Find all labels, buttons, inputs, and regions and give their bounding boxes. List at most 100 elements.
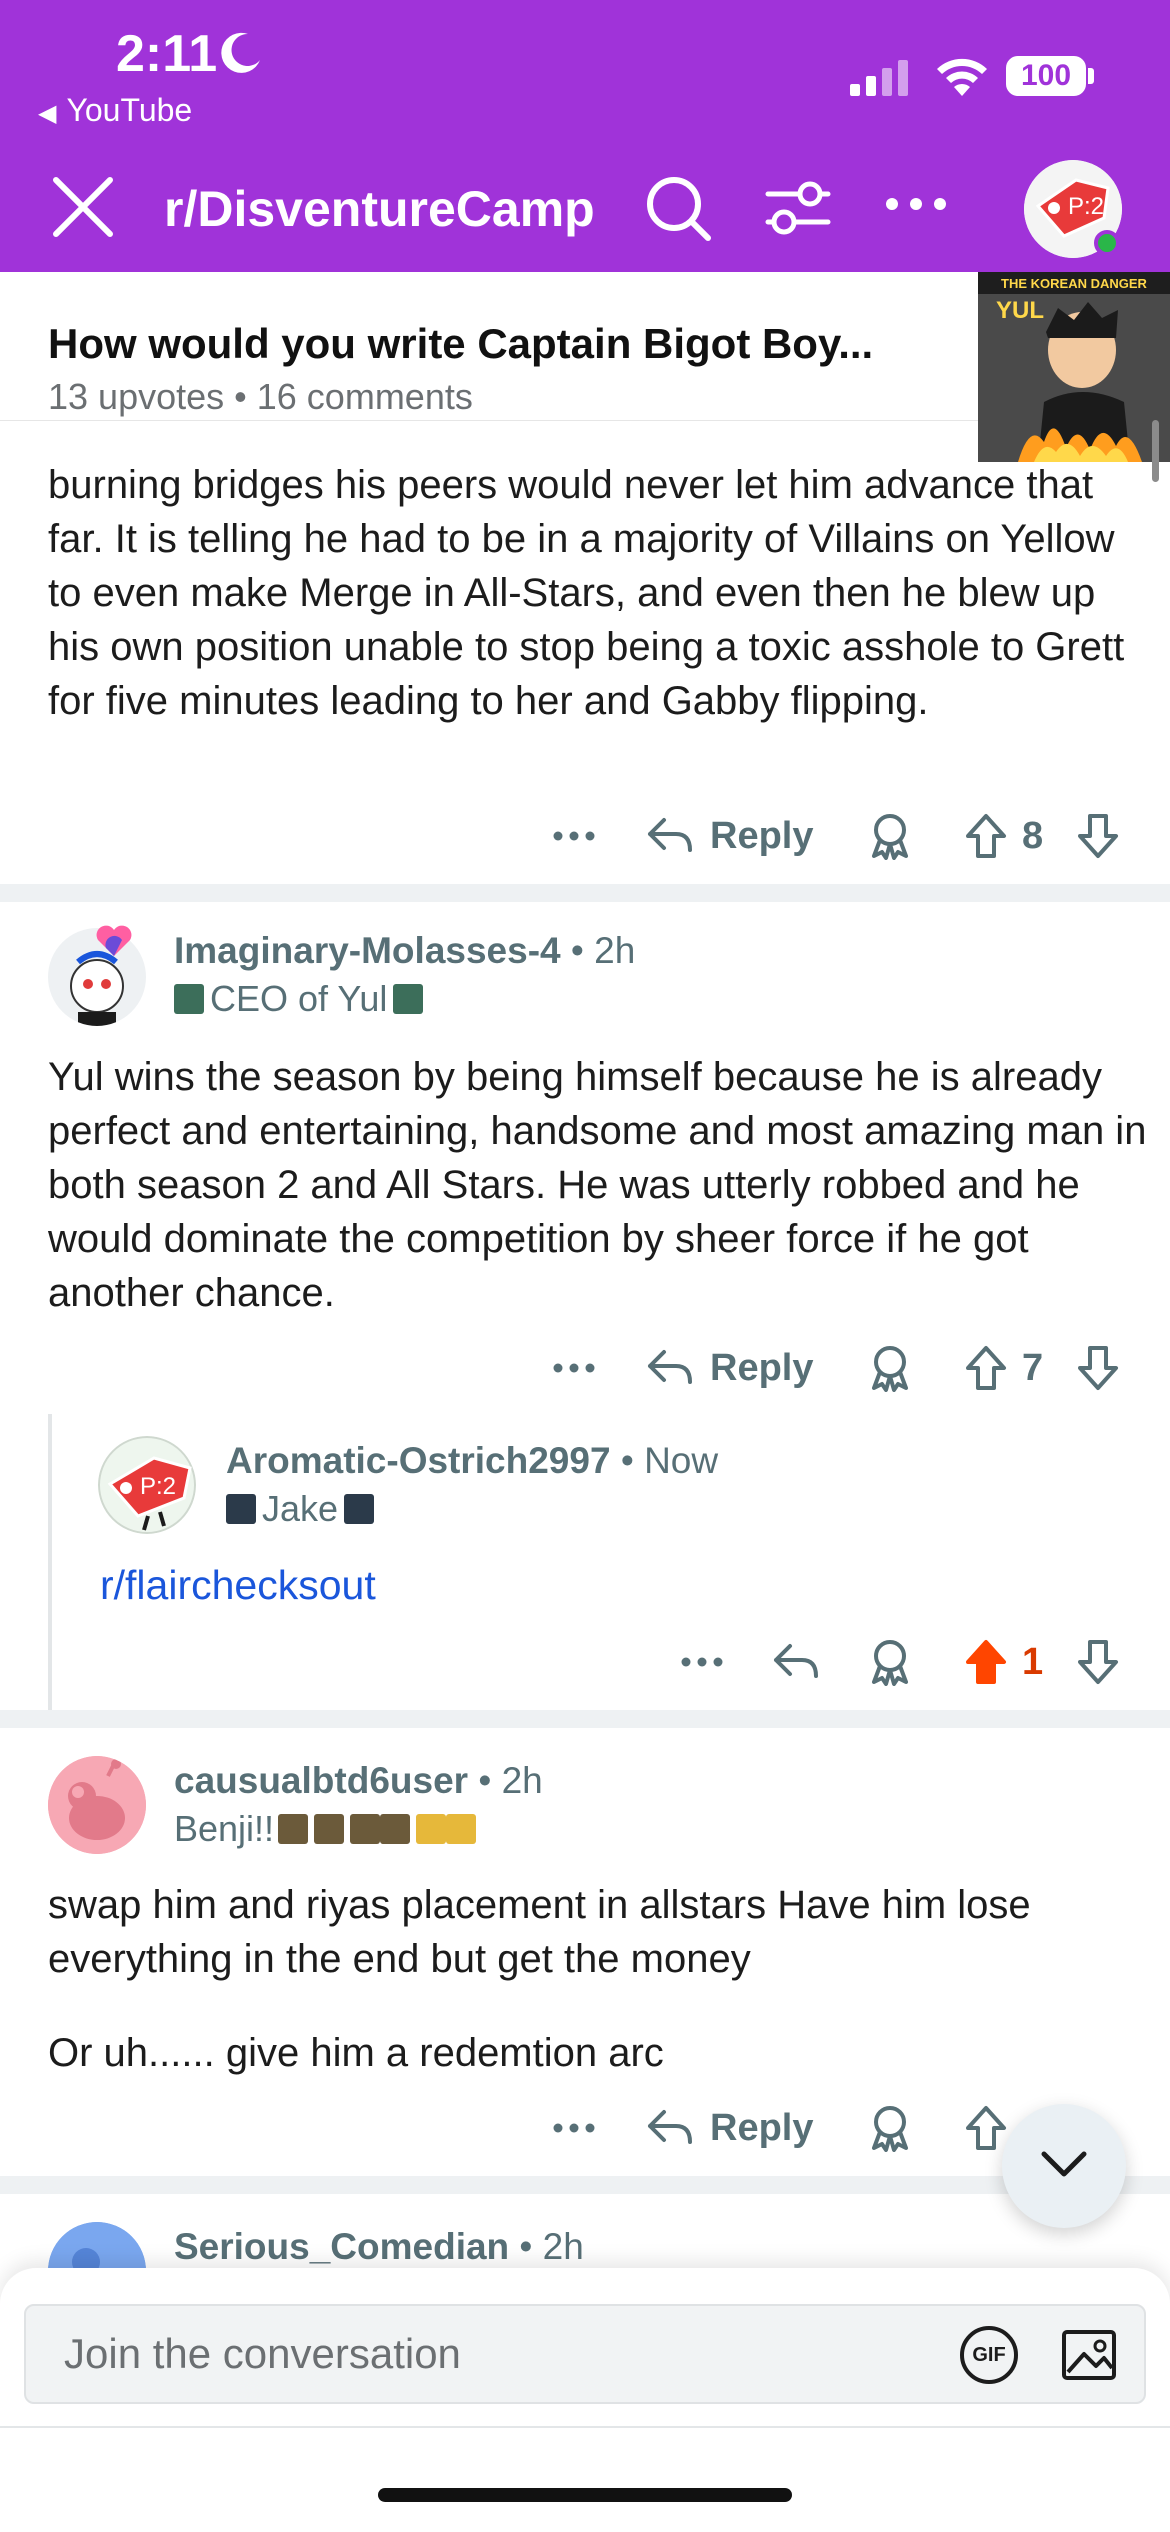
username: Aromatic-Ostrich2997 <box>226 1440 611 1481</box>
more-options-icon[interactable] <box>884 194 948 214</box>
award-icon[interactable] <box>868 2098 912 2158</box>
p2-tag-avatar-icon: P:2 <box>98 1436 196 1534</box>
downvote-arrow-icon <box>1078 814 1118 858</box>
meta-separator: • <box>560 930 595 971</box>
vote-count: 7 <box>1022 1346 1044 1389</box>
post-meta: 13 upvotes • 16 comments <box>48 376 473 418</box>
comment-divider <box>0 1710 1170 1728</box>
search-icon[interactable] <box>642 172 714 244</box>
upvote-button-active[interactable]: 1 <box>964 1632 1043 1692</box>
status-bar: 2:11 ◀ YouTube 100 <box>0 0 1170 150</box>
subreddit-link[interactable]: r/flairchecksout <box>100 1558 1170 1612</box>
commenter-avatar[interactable] <box>48 1756 146 1854</box>
back-app-label: YouTube <box>66 92 193 128</box>
next-comment-button[interactable] <box>1002 2104 1126 2228</box>
flair-emoji <box>174 984 204 1014</box>
reply-arrow-icon <box>648 2110 692 2144</box>
back-to-app-link[interactable]: ◀ YouTube <box>38 92 192 129</box>
battery-nub <box>1088 68 1094 84</box>
clock: 2:11 <box>116 25 218 83</box>
award-icon[interactable] <box>868 1338 912 1398</box>
upvote-button[interactable]: 7 <box>964 1338 1043 1398</box>
chevron-down-icon <box>1041 2151 1087 2177</box>
comment-body: Yul wins the season by being himself bec… <box>48 1055 1147 1315</box>
comment-author[interactable]: Serious_Comedian • 2h <box>174 2226 584 2268</box>
image-upload-icon[interactable] <box>1060 2324 1120 2384</box>
reply-arrow-icon <box>648 818 692 852</box>
gif-button[interactable]: GIF <box>960 2326 1018 2384</box>
upvote-count: 13 upvotes <box>48 376 225 417</box>
downvote-button[interactable] <box>1076 1632 1120 1692</box>
more-options-icon[interactable] <box>552 2098 596 2158</box>
reply-button[interactable]: Reply <box>646 1338 813 1398</box>
comment-author[interactable]: Aromatic-Ostrich2997 • Now <box>226 1440 718 1482</box>
user-flair: CEO of Yul <box>174 978 429 1020</box>
avatar-badge-text: P:2 <box>140 1473 176 1500</box>
flair-emoji <box>350 1814 381 1844</box>
comment-input-placeholder: Join the conversation <box>64 2330 461 2377</box>
flair-emoji <box>226 1494 256 1524</box>
comment-input[interactable]: Join the conversation GIF <box>24 2304 1146 2404</box>
upvote-arrow-icon <box>966 814 1006 858</box>
meta-separator: • <box>610 1440 645 1481</box>
comment-time: Now <box>644 1440 719 1481</box>
more-options-icon[interactable] <box>552 806 596 866</box>
reply-arrow-icon <box>774 1644 818 1678</box>
post-summary[interactable]: How would you write Captain Bigot Boy...… <box>0 272 1170 462</box>
comment-divider <box>0 2176 1170 2194</box>
composer-divider <box>0 2426 1170 2428</box>
flair-emoji <box>446 1814 477 1844</box>
more-options-icon[interactable] <box>680 1632 724 1692</box>
post-thumbnail[interactable]: THE KOREAN DANGER YUL <box>978 272 1170 462</box>
battery-indicator: 100 <box>1006 56 1086 96</box>
close-icon[interactable] <box>50 174 116 240</box>
filter-sort-icon[interactable] <box>762 172 834 244</box>
comment-divider <box>0 884 1170 902</box>
reply-label: Reply <box>710 1346 814 1389</box>
comment-body: Or uh...... give him a redemtion arc <box>48 2031 664 2075</box>
comment-actions: Reply 7 <box>0 1338 1170 1398</box>
comment-author[interactable]: Imaginary-Molasses-4 • 2h <box>174 930 635 972</box>
user-flair: Jake <box>226 1488 380 1530</box>
upvote-arrow-icon <box>966 1346 1006 1390</box>
scrollbar-thumb[interactable] <box>1152 420 1159 482</box>
reply-label: Reply <box>710 2106 814 2149</box>
reply-button[interactable] <box>772 1632 820 1692</box>
back-triangle-icon: ◀ <box>38 100 57 127</box>
downvote-button[interactable] <box>1076 1338 1120 1398</box>
upvote-button[interactable] <box>964 2098 1008 2158</box>
flair-emoji <box>380 1814 411 1844</box>
flair-emoji <box>416 1814 447 1844</box>
home-indicator[interactable] <box>378 2488 792 2502</box>
subreddit-header: r/DisventureCamp P:2 <box>0 150 1170 272</box>
username: causualbtd6user <box>174 1760 469 1801</box>
flair-emoji <box>393 984 424 1014</box>
user-flair: Benji!! <box>174 1808 477 1850</box>
comment-author[interactable]: causualbtd6user • 2h <box>174 1760 543 1802</box>
award-icon[interactable] <box>868 1632 912 1692</box>
subreddit-name[interactable]: r/DisventureCamp <box>164 180 595 238</box>
avatar-badge-text: P:2 <box>1068 193 1104 220</box>
flair-text: CEO of Yul <box>210 978 388 1019</box>
more-options-icon[interactable] <box>552 1338 596 1398</box>
comment-time: 2h <box>501 1760 543 1801</box>
default-snoo-icon <box>48 1756 146 1854</box>
downvote-arrow-icon <box>1078 1346 1118 1390</box>
commenter-avatar[interactable]: P:2 <box>98 1436 196 1534</box>
thumbnail-art: THE KOREAN DANGER YUL <box>978 272 1170 462</box>
upvote-button[interactable]: 8 <box>964 806 1043 866</box>
upvote-arrow-filled-icon <box>966 1640 1006 1684</box>
reply-button[interactable]: Reply <box>646 2098 813 2158</box>
downvote-button[interactable] <box>1076 806 1120 866</box>
vote-count: 1 <box>1022 1640 1044 1683</box>
moon-icon <box>221 32 260 73</box>
flair-text: Jake <box>262 1488 339 1529</box>
flair-emoji <box>344 1494 375 1524</box>
heart-flair-icon <box>96 925 132 956</box>
reply-button[interactable]: Reply <box>646 806 813 866</box>
award-icon[interactable] <box>868 806 912 866</box>
thumbnail-caption: THE KOREAN DANGER <box>1001 276 1148 291</box>
flair-text: Benji!! <box>174 1808 275 1849</box>
comment-count: 16 comments <box>256 376 473 417</box>
comment-actions: Reply <box>0 2098 1170 2158</box>
